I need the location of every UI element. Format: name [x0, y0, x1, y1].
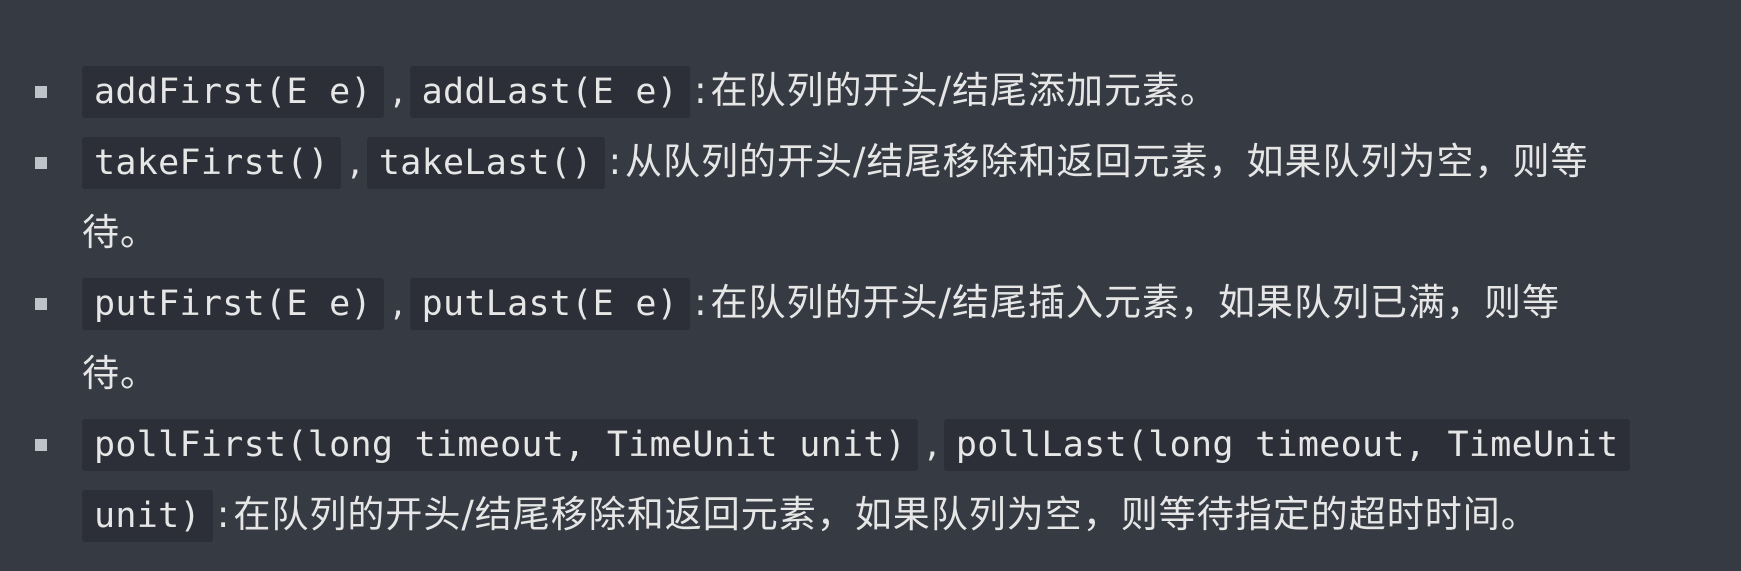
item-description-continued: 待。 — [82, 211, 158, 254]
item-line-continued: unit): 在队列的开头/结尾移除和返回元素，如果队列为空，则等待指定的超时时间… — [82, 480, 1733, 551]
colon: : — [694, 69, 707, 112]
item-description: 在队列的开头/结尾移除和返回元素，如果队列为空，则等待指定的超时时间。 — [233, 493, 1539, 536]
list-item: putFirst(E e), putLast(E e): 在队列的开头/结尾插入元素… — [35, 268, 1733, 409]
bullet-icon — [35, 298, 47, 310]
bullet-icon — [35, 439, 47, 451]
inline-code: addLast(E e) — [409, 66, 691, 118]
separator: , — [391, 281, 404, 324]
list-item: takeFirst(), takeLast(): 从队列的开头/结尾移除和返回元素，… — [35, 127, 1733, 268]
colon: : — [694, 281, 707, 324]
separator: , — [391, 69, 404, 112]
inline-code: takeFirst() — [82, 137, 342, 189]
item-description: 从队列的开头/结尾移除和返回元素，如果队列为空，则等 — [625, 140, 1589, 183]
colon: : — [608, 140, 622, 183]
separator: , — [349, 140, 361, 183]
inline-code: unit) — [82, 490, 213, 542]
inline-code: pollLast(long timeout, TimeUnit — [943, 419, 1631, 471]
bullet-icon — [35, 86, 47, 98]
separator: , — [926, 422, 938, 465]
item-description: 在队列的开头/结尾添加元素。 — [710, 69, 1219, 112]
inline-code: putLast(E e) — [409, 278, 691, 330]
inline-code: takeLast() — [366, 137, 605, 189]
list-item: addFirst(E e), addLast(E e): 在队列的开头/结尾添加元素… — [35, 56, 1733, 127]
bullet-icon — [35, 157, 47, 169]
item-description-continued: 待。 — [82, 352, 158, 395]
inline-code: addFirst(E e) — [82, 66, 384, 118]
inline-code: pollFirst(long timeout, TimeUnit unit) — [82, 419, 919, 471]
inline-code: putFirst(E e) — [82, 278, 384, 330]
colon: : — [216, 493, 230, 536]
item-description: 在队列的开头/结尾插入元素，如果队列已满，则等 — [710, 281, 1561, 324]
document-body: addFirst(E e), addLast(E e): 在队列的开头/结尾添加元素… — [0, 0, 1741, 571]
list-item: pollFirst(long timeout, TimeUnit unit), p… — [35, 409, 1733, 551]
